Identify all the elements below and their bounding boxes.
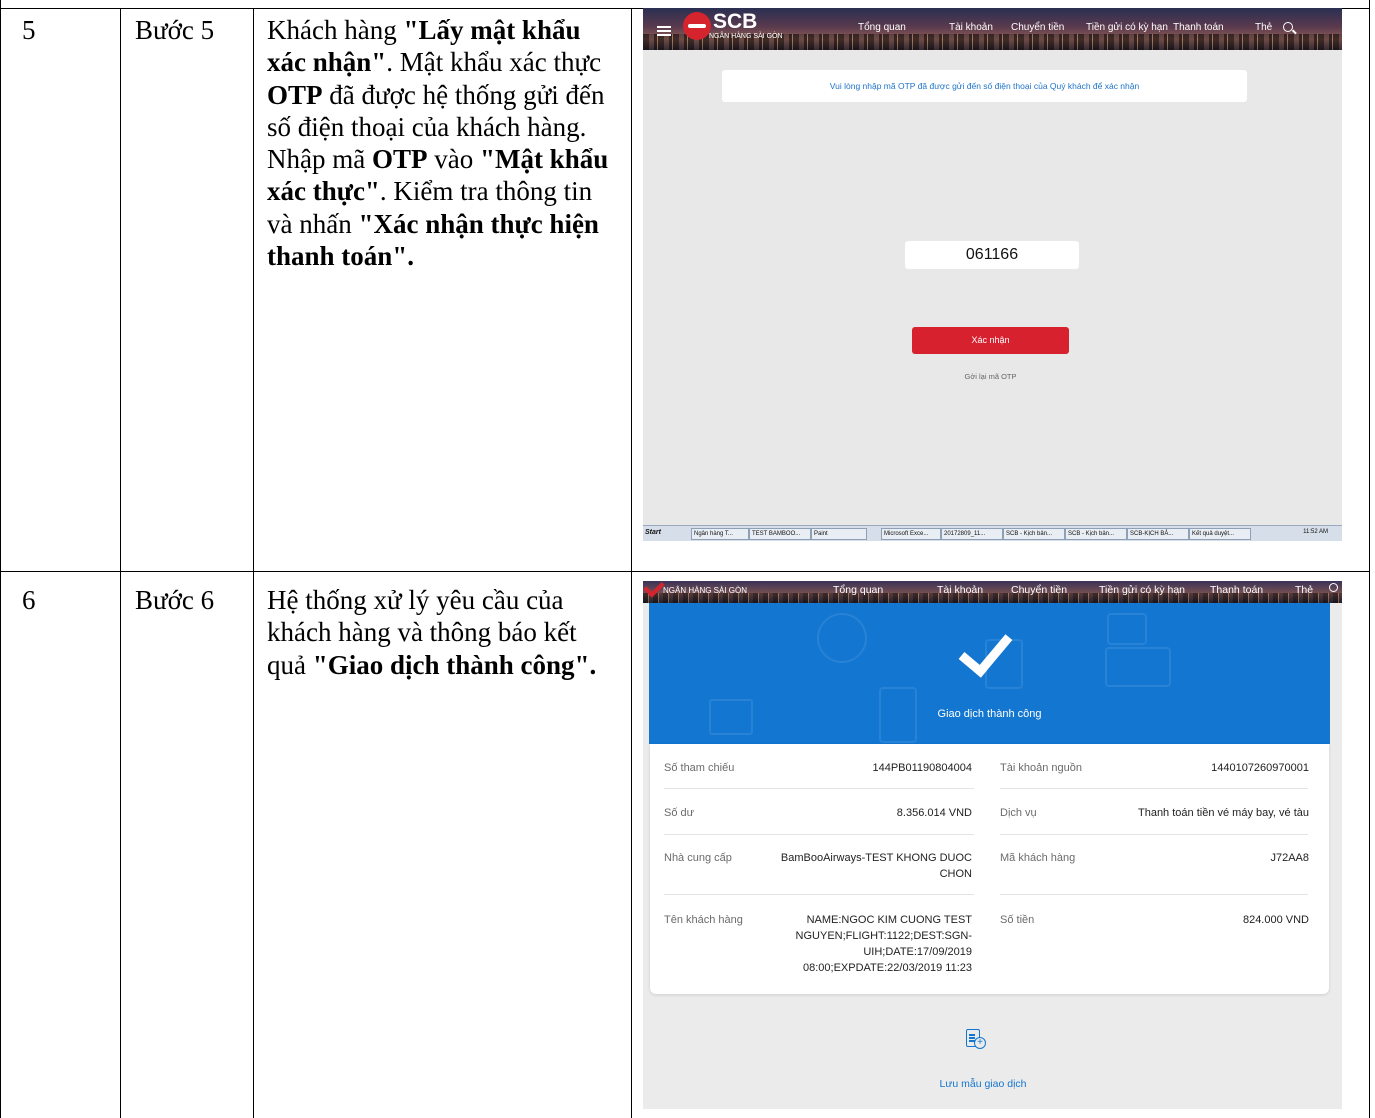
scb-logo: SCB	[713, 10, 758, 33]
otp-screenshot: SCB NGÂN HÀNG SÀI GÒN Tổng quan Tài khoả…	[643, 8, 1342, 541]
nav-chuyen-tien[interactable]: Chuyển tiền	[1011, 22, 1064, 33]
table-border	[0, 571, 1370, 572]
transaction-details: Số tham chiếu 144PB01190804004 Tài khoản…	[650, 744, 1329, 994]
table-border	[253, 8, 254, 1118]
description-text: Khách hàng	[267, 15, 404, 45]
detail-label: Số tiền	[1000, 914, 1035, 926]
taskbar-item[interactable]: SCB - Kịch bản...	[1065, 528, 1127, 540]
card-icon	[1105, 647, 1171, 687]
row-number: 6	[22, 585, 36, 615]
nav-thanh-toan[interactable]: Thanh toán	[1210, 584, 1263, 596]
bank-name: NGÂN HÀNG SÀI GÒN	[709, 33, 783, 40]
detail-value-line: NAME:NGOC KIM CUONG TEST	[806, 914, 972, 926]
detail-value: BamBooAirways-TEST KHONG DUOC CHON	[770, 850, 972, 882]
taskbar-item[interactable]: SCB-KỊCH BẢ...	[1127, 528, 1189, 540]
detail-value: 1440107260970001	[1211, 762, 1309, 774]
table-border-right	[1369, 0, 1370, 1118]
taskbar-item[interactable]: TEST BAMBOO...	[749, 528, 811, 540]
nav-tai-khoan[interactable]: Tài khoản	[949, 22, 993, 33]
nav-tien-gui[interactable]: Tiền gửi có kỳ hạn	[1099, 584, 1185, 596]
otp-input[interactable]: 061166	[905, 241, 1079, 269]
success-screenshot: NGÂN HÀNG SÀI GÒN Tổng quan Tài khoản Ch…	[643, 581, 1342, 1109]
nav-the[interactable]: Thẻ	[1255, 22, 1272, 33]
windows-taskbar: Start Ngân hàng T... TEST BAMBOO... Pain…	[643, 525, 1342, 541]
detail-value-line: UIH;DATE:17/09/2019	[863, 946, 972, 958]
divider	[1000, 834, 1308, 835]
description-text: vào	[427, 144, 480, 175]
coin-icon	[817, 613, 867, 663]
nav-tong-quan[interactable]: Tổng quan	[858, 22, 906, 33]
success-title: Giao dịch thành công	[937, 708, 1042, 720]
description-emphasis: "Giao dịch thành công".	[312, 649, 597, 680]
detail-label: Dịch vụ	[1000, 807, 1037, 819]
nav-chuyen-tien[interactable]: Chuyển tiền	[1011, 584, 1067, 596]
step-label: Bước 6	[135, 585, 215, 615]
divider	[664, 788, 974, 789]
divider	[664, 894, 974, 895]
detail-value-line: 08:00;EXPDATE:22/03/2019 11:23	[803, 962, 972, 974]
step-description: Khách hàng "Lấy mật khẩu xác nhận". Mật …	[267, 14, 619, 272]
search-icon[interactable]	[1329, 583, 1338, 592]
wallet-icon	[1107, 613, 1147, 645]
description-emphasis: OTP	[371, 144, 428, 175]
taskbar-item[interactable]: Kết quả duyệt...	[1189, 528, 1251, 540]
row-number: 5	[22, 15, 36, 45]
detail-value: J72AA8	[1270, 852, 1309, 864]
step-description: Hệ thống xử lý yêu cầu của khách hàng và…	[267, 584, 619, 681]
nav-tien-gui[interactable]: Tiền gửi có kỳ hạn	[1086, 22, 1168, 33]
detail-value-line: BamBooAirways-TEST KHONG DUOC	[780, 852, 972, 864]
taskbar-item[interactable]: Ngân hàng T...	[691, 528, 749, 540]
nav-thanh-toan[interactable]: Thanh toán	[1173, 22, 1224, 33]
detail-value: Thanh toán tiền vé máy bay, vé tàu	[1137, 807, 1309, 819]
description-text: . Mật khẩu xác thực	[386, 47, 602, 78]
detail-value: 8.356.014 VND	[896, 807, 972, 819]
detail-label: Nhà cung cấp	[664, 852, 732, 864]
detail-value: 824.000 VND	[1242, 914, 1309, 926]
divider	[1000, 894, 1308, 895]
scb-logo-icon	[683, 12, 711, 40]
save-template-link[interactable]: Lưu mẫu giao dịch	[893, 1078, 1073, 1090]
confirm-button[interactable]: Xác nhận	[912, 327, 1069, 354]
description-emphasis: OTP	[267, 79, 323, 110]
divider	[1000, 788, 1308, 789]
detail-value: NAME:NGOC KIM CUONG TEST NGUYEN;FLIGHT:1…	[770, 912, 972, 976]
start-button[interactable]: Start	[645, 529, 661, 536]
nav-tong-quan[interactable]: Tổng quan	[833, 584, 883, 596]
search-icon[interactable]	[1283, 22, 1293, 32]
detail-label: Tên khách hàng	[664, 914, 743, 926]
nav-the[interactable]: Thẻ	[1295, 584, 1313, 596]
taskbar-item[interactable]: SCB - Kịch bản...	[1003, 528, 1065, 540]
menu-icon[interactable]	[657, 26, 671, 28]
nav-tai-khoan[interactable]: Tài khoản	[937, 584, 983, 596]
resend-otp-link[interactable]: Gởi lại mã OTP	[912, 372, 1069, 381]
table-border-left	[0, 0, 1, 1118]
otp-instruction: Vui lòng nhập mã OTP đã được gửi đến số …	[722, 70, 1247, 102]
taskbar-item[interactable]: Microsoft Exce...	[881, 528, 941, 540]
taskbar-item[interactable]: 20172809_11...	[941, 528, 1003, 540]
detail-value-line: NGUYEN;FLIGHT:1122;DEST:SGN-	[795, 930, 972, 942]
taskbar-item[interactable]: Paint	[811, 528, 867, 540]
divider	[664, 834, 974, 835]
table-border	[120, 8, 121, 1118]
detail-value: 144PB01190804004	[872, 762, 972, 774]
detail-value-line: CHON	[939, 868, 972, 880]
detail-label: Số dư	[664, 807, 694, 819]
success-banner: Giao dịch thành công	[649, 603, 1330, 744]
plus-icon[interactable]: +	[974, 1037, 986, 1049]
detail-label: Mã khách hàng	[1000, 852, 1076, 864]
bank-name: NGÂN HÀNG SÀI GÒN	[663, 586, 748, 595]
detail-label: Số tham chiếu	[664, 762, 735, 774]
table-border	[631, 8, 632, 1118]
taskbar-clock: 11:52 AM	[1303, 529, 1328, 535]
detail-label: Tài khoản nguồn	[1000, 762, 1082, 774]
step-label: Bước 5	[135, 15, 215, 45]
